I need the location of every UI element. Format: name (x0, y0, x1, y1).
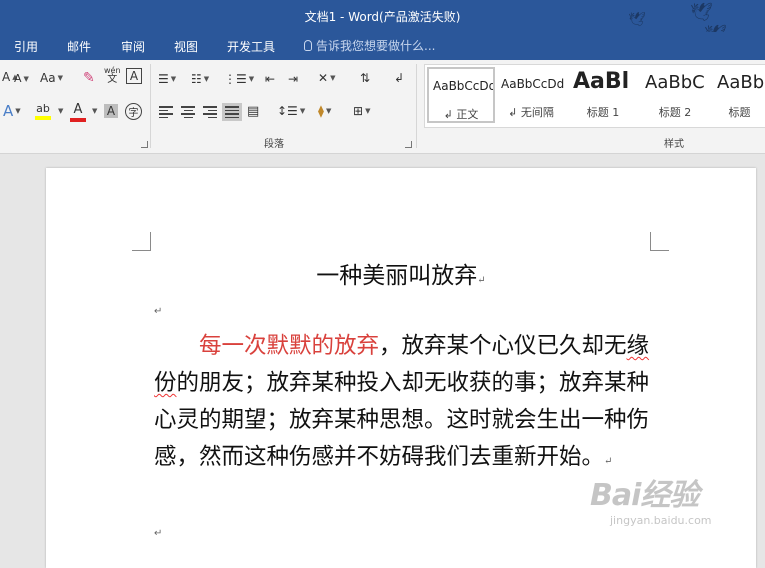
paragraph-mark: ↵ (154, 306, 163, 317)
style-normal[interactable]: AaBbCcDd ↲ 正文 (427, 67, 495, 123)
clear-formatting-icon[interactable]: ✎ (83, 70, 95, 86)
line-spacing-icon[interactable]: ↕☰ ▼ (277, 104, 305, 118)
highlight-swatch (35, 116, 51, 120)
style-sample: AaBbCcDd (501, 77, 565, 91)
style-heading-2[interactable]: AaBbC 标题 2 (641, 67, 709, 123)
shrink-font-icon[interactable]: A ▼ (14, 72, 29, 85)
character-border-button[interactable]: A (126, 68, 142, 84)
bullets-icon[interactable]: ☰ ▼ (158, 72, 176, 86)
align-center-icon[interactable] (181, 106, 195, 118)
paragraph-mark: ↵ (477, 275, 486, 286)
align-right-icon[interactable] (203, 106, 217, 118)
body-paragraph[interactable]: 每一次默默的放弃，放弃某个心仪已久却无缘份的朋友；放弃某种投入却无收获的事；放弃… (154, 328, 654, 480)
baidu-watermark: Bai经验 jingyan.baidu.com (590, 470, 760, 540)
document-title-text: 一种美丽叫放弃 (316, 263, 478, 289)
enclose-label: 字 (128, 108, 139, 119)
crop-mark-top-right (650, 232, 669, 251)
character-border-label: A (129, 69, 139, 83)
decrease-indent-icon[interactable]: ⇤ (265, 72, 275, 86)
font-dialog-launcher[interactable] (141, 141, 148, 148)
phonetic-guide-button[interactable]: wén 文 (104, 66, 121, 85)
lightbulb-icon (304, 40, 312, 51)
tab-view[interactable]: 视图 (174, 38, 198, 55)
group-separator (416, 64, 417, 148)
style-title[interactable]: AaBb 标题 (713, 67, 765, 123)
styles-gallery: AaBbCcDd ↲ 正文 AaBbCcDd ↲ 无间隔 AaBl 标题 1 A… (424, 64, 765, 128)
increase-indent-icon[interactable]: ⇥ (288, 72, 298, 86)
document-title[interactable]: 一种美丽叫放弃↵ (46, 256, 756, 290)
style-no-spacing[interactable]: AaBbCcDd ↲ 无间隔 (497, 67, 565, 123)
highlighter-icon: ab (36, 102, 50, 115)
bird-decoration-icon: 🕊 (704, 24, 727, 32)
watermark-brand: Bai经验 (590, 478, 699, 513)
tell-me-box[interactable]: 告诉我您想要做什么... (304, 37, 435, 54)
ribbon: A ▲ A ▼ Aa ▼ ✎ wén 文 A A ▼ ab ▼ A ▼ A 字 ☰ ▼ ☷… (0, 60, 765, 154)
highlighted-phrase: 每一次默默的放弃 (199, 333, 380, 359)
window-title: 文档1 - Word(产品激活失败) (304, 10, 461, 24)
styles-group-label: 样式 (664, 139, 684, 150)
character-shading-label: A (106, 104, 116, 118)
paragraph-mark: ↵ (604, 456, 613, 467)
multilevel-list-icon[interactable]: ⋮☰ ▼ (224, 72, 254, 86)
paragraph-group-label: 段落 (264, 139, 284, 150)
title-bar: 文档1 - Word(产品激活失败) 🕊 🕊 🕊 (0, 0, 765, 32)
font-color-dropdown-caret[interactable]: ▼ (90, 107, 97, 115)
style-sample: AaBbCcDd (433, 79, 493, 93)
style-name: ↲ 无间隔 (508, 106, 554, 119)
highlight-dropdown-caret[interactable]: ▼ (56, 107, 63, 115)
distributed-icon[interactable]: ▤ (247, 104, 259, 119)
sort-icon[interactable]: ⇅ (360, 71, 370, 85)
font-color-button[interactable]: A (70, 102, 86, 122)
shading-icon[interactable]: ⧫ ▼ (318, 104, 331, 118)
bird-decoration-icon: 🕊 (628, 12, 646, 28)
text-effects-icon[interactable]: A ▼ (3, 102, 21, 120)
highlight-color-button[interactable]: ab (35, 102, 51, 120)
tab-mailings[interactable]: 邮件 (67, 38, 91, 55)
style-heading-1[interactable]: AaBl 标题 1 (569, 67, 637, 123)
style-sample: AaBbC (645, 72, 705, 93)
bird-decoration-icon: 🕊 (690, 2, 713, 23)
tab-references[interactable]: 引用 (14, 38, 38, 55)
tell-me-placeholder: 告诉我您想要做什么... (316, 39, 436, 53)
body-text: ，放弃某个心仪已久却无 (379, 333, 627, 359)
character-shading-button[interactable]: A (104, 104, 118, 118)
style-name: 标题 (728, 106, 751, 119)
group-separator (150, 64, 151, 148)
watermark-url: jingyan.baidu.com (610, 514, 712, 527)
tab-developer[interactable]: 开发工具 (227, 38, 275, 55)
body-text: 的朋友；放弃某种投入却无收获的事；放弃某种心灵的期望；放弃某种思想。这时就会生出… (154, 370, 650, 470)
change-case-label: Aa (40, 71, 56, 85)
ribbon-tabs: 引用 邮件 审阅 视图 开发工具 告诉我您想要做什么... (0, 32, 765, 60)
tab-review[interactable]: 审阅 (121, 38, 145, 55)
borders-icon[interactable]: ⊞ ▼ (353, 104, 370, 118)
crop-mark-top-left (132, 232, 151, 251)
chinese-layout-icon[interactable]: ✕ ▼ (318, 71, 335, 85)
phonetic-char: 文 (107, 74, 118, 85)
font-color-icon: A (73, 102, 83, 117)
change-case-button[interactable]: Aa ▼ (40, 71, 63, 85)
style-name: ↲ 正文 (443, 108, 479, 121)
numbering-icon[interactable]: ☷ ▼ (191, 72, 209, 86)
style-name: 标题 2 (658, 106, 692, 119)
font-color-swatch (70, 118, 86, 122)
style-sample: AaBl (573, 69, 630, 94)
style-name: 标题 1 (586, 106, 620, 119)
show-marks-icon[interactable]: ↲ (394, 71, 404, 85)
justify-icon[interactable] (222, 103, 242, 121)
paragraph-mark: ↵ (154, 528, 163, 539)
enclose-characters-button[interactable]: 字 (125, 103, 142, 120)
align-left-icon[interactable] (159, 106, 173, 118)
paragraph-dialog-launcher[interactable] (405, 141, 412, 148)
style-sample: AaBb (717, 72, 765, 93)
